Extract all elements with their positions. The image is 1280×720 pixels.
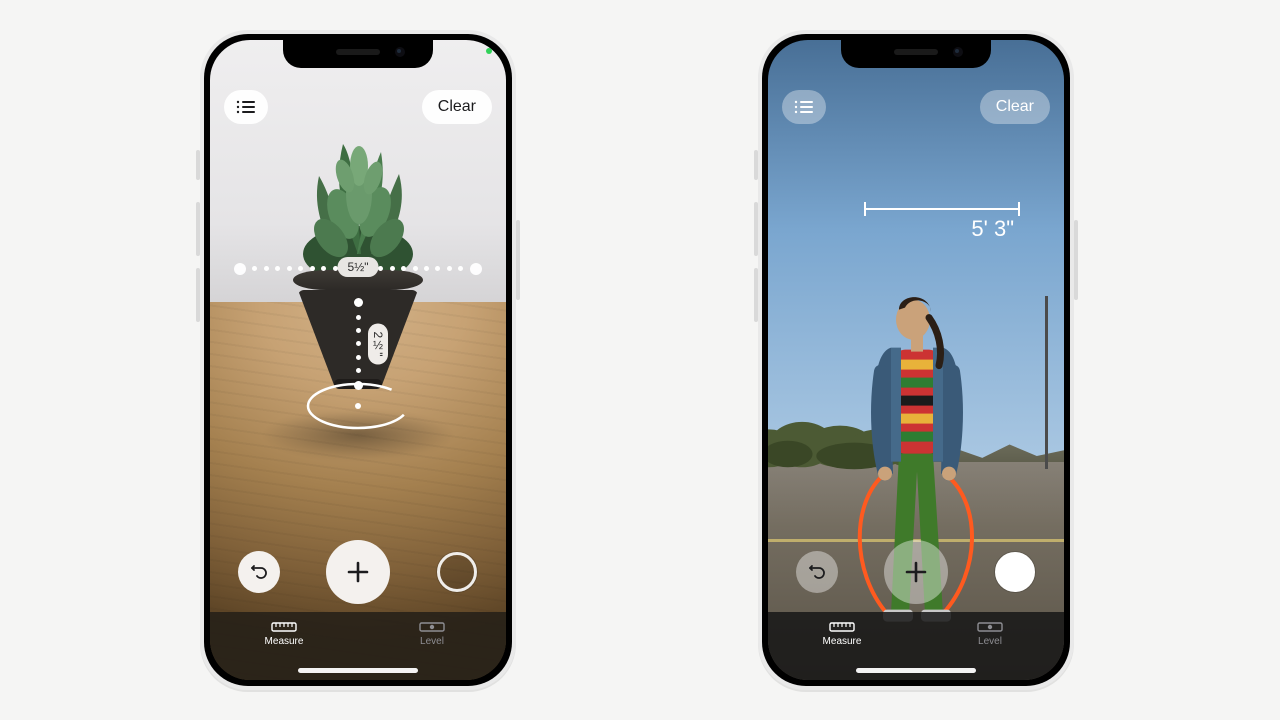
iphone-device-right: 5' 3" Clear Me (758, 30, 1074, 690)
notch (283, 40, 433, 68)
tab-measure-label: Measure (823, 636, 862, 647)
tab-measure-label: Measure (265, 636, 304, 647)
measurements-list-button[interactable] (224, 90, 268, 124)
clear-button[interactable]: Clear (422, 90, 492, 124)
iphone-device-left: 5½" 2½" Clear (200, 30, 516, 690)
undo-button[interactable] (238, 551, 280, 593)
height-guide-line (864, 208, 1020, 210)
tab-level-label: Level (420, 636, 444, 647)
add-point-button[interactable] (884, 540, 948, 604)
measurement-width-badge[interactable]: 5½" (338, 257, 379, 277)
camera-indicator-dot (486, 48, 492, 54)
comparison-stage: 5½" 2½" Clear (0, 0, 1280, 720)
undo-button[interactable] (796, 551, 838, 593)
capture-button[interactable] (994, 551, 1036, 593)
screen-right: 5' 3" Clear Me (768, 40, 1064, 680)
measurements-list-button[interactable] (782, 90, 826, 124)
clear-button[interactable]: Clear (980, 90, 1050, 124)
add-point-button[interactable] (326, 540, 390, 604)
person-height-label: 5' 3" (971, 216, 1014, 242)
capture-button[interactable] (436, 551, 478, 593)
tab-level-label: Level (978, 636, 1002, 647)
home-indicator[interactable] (856, 668, 976, 673)
level-icon (977, 620, 1003, 634)
level-icon (419, 620, 445, 634)
screen-left: 5½" 2½" Clear (210, 40, 506, 680)
measurement-height-badge[interactable]: 2½" (368, 324, 388, 365)
notch (841, 40, 991, 68)
ruler-icon (829, 620, 855, 634)
ruler-icon (271, 620, 297, 634)
home-indicator[interactable] (298, 668, 418, 673)
